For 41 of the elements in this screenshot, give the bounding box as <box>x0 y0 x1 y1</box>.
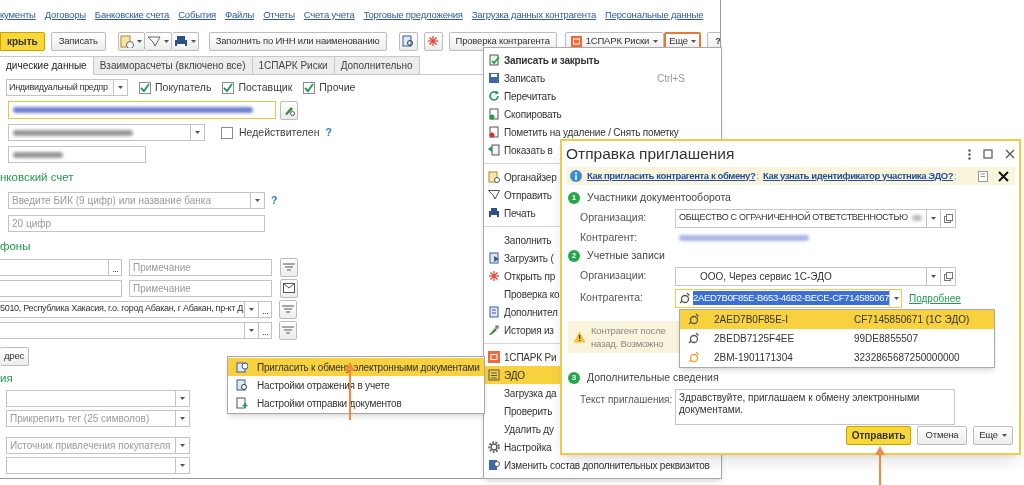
account-id-start: 2BM-1901171304 <box>714 350 794 365</box>
step-number: 2 <box>568 250 580 262</box>
step-number: 3 <box>568 372 580 384</box>
field-label: Текст приглашения: <box>580 393 674 407</box>
field-value: ООО, Через сервис 1С-ЭДО <box>700 269 832 284</box>
dialog-title: Отправка приглашения <box>566 144 735 165</box>
placeholder-text: Введите БИК (9 цифр) или название банка <box>11 194 211 209</box>
shortcut-text: Ctrl+S <box>656 71 685 86</box>
placeholder-text: Прикрепить тег (25 символов) <box>9 411 150 426</box>
checkbox-label: Недействителен <box>239 124 320 140</box>
separator-text: ; <box>756 168 760 183</box>
section-heading: ия <box>0 370 13 386</box>
field-value: 5010, Республика Хакасия, г.о. город Абакан, г Абакан, пр-кт Д <box>0 302 244 316</box>
placeholder-text: Источник привлечения покупателя <box>9 438 171 453</box>
field-label: Контрагента: <box>580 290 644 306</box>
placeholder-text: Примечание <box>132 281 191 296</box>
step-number: 1 <box>568 192 580 204</box>
section-heading: фоны <box>0 239 31 255</box>
section-heading: нковский счет <box>0 170 74 185</box>
field-label: Организации: <box>580 268 648 284</box>
warning-text: Контрагент после <box>591 324 666 337</box>
account-id-start: 2BEDB7125F4EE <box>714 331 796 346</box>
selected-text: 2AED7B0F85E-B653-46B2-BECE-CF714585067 <box>693 290 890 306</box>
placeholder-text: Примечание <box>132 260 191 275</box>
account-id-end: CF7145850671 (1С ЭДО) <box>854 312 970 327</box>
account-id-end: 99DE8855507 <box>854 331 918 346</box>
field-label: Контрагент: <box>580 230 639 246</box>
checkbox-label: Поставщик <box>238 79 293 95</box>
section-title: Участники документооборота <box>587 190 731 206</box>
warning-text: назад. Возможно <box>591 337 665 350</box>
select-value: Индивидуальный предпр <box>8 80 108 94</box>
checkbox-label: Покупатель <box>155 79 212 95</box>
section-title: Дополнительные сведения <box>587 370 719 386</box>
field-value: ОБЩЕСТВО С ОГРАНИЧЕННОЙ ОТВЕТСТВЕННОСТЬЮ <box>679 211 908 225</box>
separator-text: ; <box>954 168 957 183</box>
account-id-end: 3232865687250000000 <box>854 350 960 365</box>
section-title: Учетные записи <box>587 248 665 264</box>
field-label: Организация: <box>580 210 648 226</box>
account-id-start: 2AED7B0F85E-I <box>714 312 789 327</box>
checkbox-label: Прочие <box>319 79 356 95</box>
placeholder-text: 20 цифр <box>11 217 51 232</box>
